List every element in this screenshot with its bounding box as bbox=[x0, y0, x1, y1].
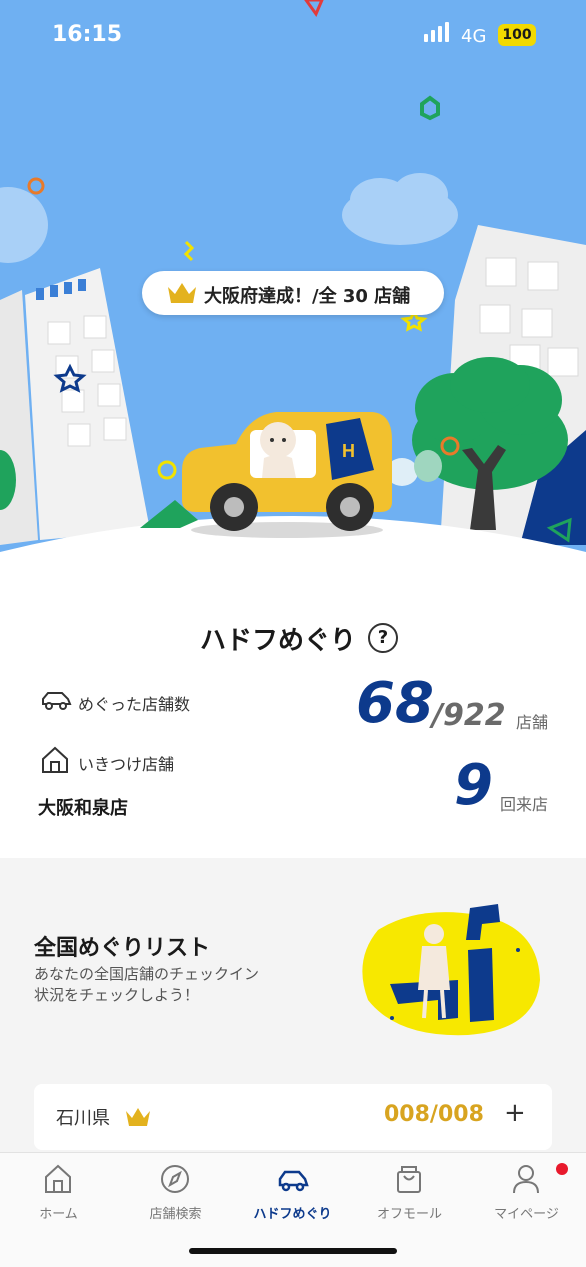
crown-icon bbox=[168, 283, 196, 303]
tab-hadof-meguri[interactable]: ハドフめぐり bbox=[234, 1163, 351, 1227]
tab-store-search[interactable]: 店舗検索 bbox=[117, 1163, 234, 1227]
visited-stores-label: めぐった店舗数 bbox=[78, 695, 191, 714]
tab-my-page-label: マイページ bbox=[494, 1207, 559, 1222]
tab-store-search-label: 店舗検索 bbox=[149, 1207, 202, 1222]
tab-off-mall[interactable]: オフモール bbox=[351, 1163, 468, 1227]
visited-count: 68 bbox=[356, 671, 434, 736]
car-icon bbox=[42, 692, 72, 710]
car-icon bbox=[278, 1170, 309, 1192]
tab-off-mall-label: オフモール bbox=[376, 1207, 442, 1222]
home-icon bbox=[42, 746, 68, 773]
shopping-bag-icon bbox=[397, 1166, 421, 1193]
crown-icon bbox=[126, 1108, 150, 1126]
user-icon bbox=[513, 1165, 539, 1194]
compass-icon bbox=[161, 1165, 189, 1193]
expand-button[interactable]: + bbox=[504, 1098, 526, 1128]
stores-unit: 店舗 bbox=[516, 713, 549, 732]
tab-home[interactable]: ホーム bbox=[0, 1163, 117, 1227]
achievement-badge: 大阪府達成！/全 30 店舗 bbox=[142, 271, 444, 315]
visit-unit: 回来店 bbox=[500, 795, 549, 814]
home-indicator bbox=[189, 1248, 397, 1254]
network-type: 4G bbox=[461, 26, 487, 47]
home-store-name: 大阪和泉店 bbox=[38, 798, 128, 819]
total-stores: /922 bbox=[432, 698, 506, 733]
status-time: 16:15 bbox=[52, 22, 123, 47]
tab-home-label: ホーム bbox=[39, 1207, 78, 1222]
tab-hadof-meguri-label: ハドフめぐり bbox=[253, 1207, 332, 1222]
home-store-label: いきつけ店舗 bbox=[78, 755, 175, 774]
national-list-title: 全国めぐりリスト bbox=[34, 936, 211, 961]
help-button[interactable]: ? bbox=[368, 623, 398, 653]
battery-icon: 100 bbox=[498, 24, 536, 46]
japan-map-illustration bbox=[362, 904, 540, 1036]
prefecture-row[interactable]: 石川県 008/008 + bbox=[34, 1084, 552, 1150]
achievement-text: 大阪府達成！/全 30 店舗 bbox=[204, 286, 411, 307]
visit-count: 9 bbox=[454, 753, 493, 818]
notification-dot bbox=[556, 1163, 568, 1175]
home-icon bbox=[45, 1164, 71, 1193]
tab-my-page[interactable]: マイページ bbox=[468, 1163, 585, 1227]
prefecture-name: 石川県 bbox=[56, 1108, 110, 1129]
status-bar: 16:15 4G 100 bbox=[0, 0, 586, 70]
national-list-description: あなたの全国店舗のチェックイン状況をチェックしよう！ bbox=[34, 965, 260, 1004]
car-logo-letter: H bbox=[342, 441, 355, 461]
page-title: ハドフめぐり bbox=[199, 626, 356, 656]
prefecture-progress: 008/008 bbox=[384, 1102, 484, 1127]
